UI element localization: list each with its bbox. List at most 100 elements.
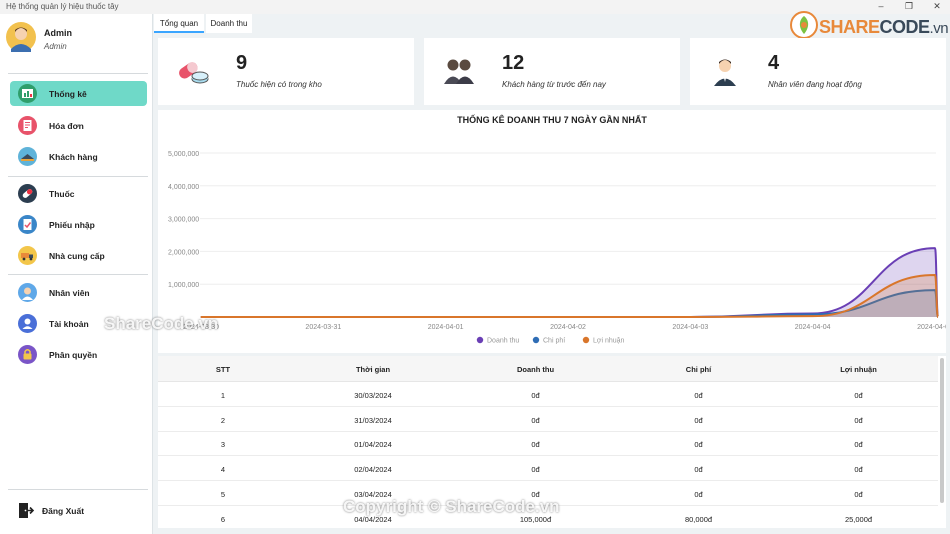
sidebar-item-label: Thuốc bbox=[49, 189, 75, 199]
x-tick-label: 2024-04-02 bbox=[550, 324, 586, 331]
series-line bbox=[200, 289, 939, 318]
table-cell: 31/03/2024 bbox=[354, 415, 392, 425]
medicine-icon bbox=[18, 184, 37, 203]
stat-description: Khách hàng từ trước đến nay bbox=[502, 80, 606, 89]
legend-label: Chi phí bbox=[543, 338, 565, 345]
stat-card-employees: 4 Nhân viên đang hoạt động bbox=[690, 38, 946, 105]
table-row[interactable]: 3 01/04/2024 0đ 0đ 0đ bbox=[158, 431, 938, 457]
column-header-stt[interactable]: STT bbox=[188, 365, 258, 374]
sidebar-item-hoa-don[interactable]: Hóa đơn bbox=[10, 113, 147, 138]
pills-icon bbox=[179, 62, 209, 84]
x-tick-label: 2024-04-03 bbox=[672, 324, 708, 331]
divider bbox=[8, 73, 148, 74]
customers-group-icon bbox=[444, 59, 474, 84]
table-row[interactable]: 1 30/03/2024 0đ 0đ 0đ bbox=[158, 382, 938, 407]
x-tick-label: 2024-04-04 bbox=[795, 324, 831, 331]
table-cell: 0đ bbox=[531, 391, 540, 400]
y-tick-label: 5,000,000 bbox=[168, 151, 199, 158]
table-row[interactable]: 4 02/04/2024 0đ 0đ 0đ bbox=[158, 456, 938, 482]
legend-label: Lợi nhuận bbox=[593, 338, 625, 345]
sidebar-item-nhan-vien[interactable]: Nhân viên bbox=[10, 280, 147, 305]
table-cell: 3 bbox=[220, 440, 226, 450]
legend-label: Doanh thu bbox=[487, 338, 519, 345]
table-cell: 6 bbox=[220, 514, 226, 524]
sidebar-item-khach-hang[interactable]: Khách hàng bbox=[10, 144, 147, 169]
stat-card-medicines: 9 Thuốc hiện có trong kho bbox=[158, 38, 414, 105]
data-point bbox=[689, 316, 691, 318]
sidebar-item-thuoc[interactable]: Thuốc bbox=[10, 181, 147, 206]
table-cell: 0đ bbox=[694, 415, 703, 425]
table-cell: 0đ bbox=[531, 440, 540, 450]
data-point bbox=[812, 313, 814, 315]
column-header-thoi-gian[interactable]: Thời gian bbox=[328, 365, 418, 374]
tab-tong-quan[interactable]: Tổng quan bbox=[154, 14, 204, 33]
table-cell: 0đ bbox=[854, 489, 863, 499]
y-tick-label: 3,000,000 bbox=[168, 217, 199, 224]
table-cell: 1 bbox=[220, 391, 226, 400]
x-tick-label: 2024-03-31 bbox=[305, 324, 341, 331]
legend-marker bbox=[476, 336, 484, 344]
staff-icon bbox=[714, 59, 736, 86]
table-cell: 01/04/2024 bbox=[354, 440, 392, 450]
table-row[interactable]: 2 31/03/2024 0đ 0đ 0đ bbox=[158, 407, 938, 432]
sidebar-item-label: Khách hàng bbox=[49, 152, 98, 162]
supplier-icon bbox=[18, 246, 37, 265]
table-cell: 0đ bbox=[854, 415, 863, 425]
table-cell: 80,000đ bbox=[684, 514, 713, 524]
data-point bbox=[567, 316, 569, 318]
sidebar-item-thong-ke[interactable]: Thống kê bbox=[10, 81, 147, 106]
brand-text-code: CODE bbox=[879, 17, 931, 37]
logout-icon bbox=[16, 501, 35, 520]
table-cell: 0đ bbox=[694, 489, 703, 499]
watermark-text: ShareCode.vn bbox=[104, 314, 219, 333]
brand-logo-icon bbox=[790, 11, 818, 39]
brand-text-tld: .vn bbox=[929, 20, 949, 37]
stat-value: 4 bbox=[768, 52, 780, 74]
import-receipt-icon bbox=[18, 215, 37, 234]
user-name: Admin bbox=[44, 28, 72, 38]
data-point bbox=[934, 274, 936, 276]
column-header-doanh-thu[interactable]: Doanh thu bbox=[493, 365, 578, 374]
series-line bbox=[200, 247, 939, 318]
series-area bbox=[201, 275, 938, 317]
table-header: STT Thời gian Doanh thu Chi phí Lợi nhuậ… bbox=[158, 356, 938, 382]
sidebar-item-label: Nhân viên bbox=[49, 288, 90, 298]
tab-doanh-thu[interactable]: Doanh thu bbox=[206, 14, 252, 33]
sidebar-item-label: Tài khoản bbox=[49, 319, 89, 329]
table-cell: 2 bbox=[220, 415, 226, 425]
series-line bbox=[200, 274, 939, 318]
y-tick-label: 4,000,000 bbox=[168, 184, 199, 191]
data-point bbox=[445, 316, 447, 318]
invoice-icon bbox=[18, 116, 37, 135]
sidebar-item-phieu-nhap[interactable]: Phiếu nhập bbox=[10, 212, 147, 237]
sidebar-item-label: Phân quyền bbox=[49, 350, 98, 360]
user-profile: Admin Admin bbox=[0, 14, 153, 64]
table-cell: 0đ bbox=[531, 465, 540, 475]
divider bbox=[8, 489, 148, 490]
column-header-loi-nhuan[interactable]: Lợi nhuận bbox=[816, 365, 901, 374]
table-cell: 30/03/2024 bbox=[354, 391, 392, 400]
table-cell: 0đ bbox=[694, 465, 703, 475]
table-cell: 0đ bbox=[854, 391, 863, 400]
user-role: Admin bbox=[44, 42, 67, 51]
x-tick-label: 2024-04-01 bbox=[428, 324, 464, 331]
table-cell: 4 bbox=[220, 465, 226, 475]
divider bbox=[8, 274, 148, 275]
employee-icon bbox=[18, 283, 37, 302]
sidebar-item-label: Hóa đơn bbox=[49, 121, 84, 131]
sidebar-item-phan-quyen[interactable]: Phân quyền bbox=[10, 342, 147, 367]
revenue-chart-plot: 5,000,000 4,000,000 3,000,000 2,000,000 1,00… bbox=[168, 151, 946, 345]
table-scrollbar[interactable] bbox=[940, 358, 944, 503]
sidebar-item-nha-cung-cap[interactable]: Nhà cung cấp bbox=[10, 243, 147, 268]
column-header-chi-phi[interactable]: Chi phí bbox=[656, 365, 741, 374]
account-icon bbox=[18, 314, 37, 333]
table-cell: 02/04/2024 bbox=[354, 465, 392, 475]
table-cell: 0đ bbox=[694, 440, 703, 450]
logout-button[interactable]: Đăng Xuất bbox=[10, 498, 147, 523]
divider bbox=[8, 176, 148, 177]
table-cell: 0đ bbox=[854, 440, 863, 450]
y-tick-label: 1,000,000 bbox=[168, 282, 199, 289]
data-point bbox=[322, 316, 324, 318]
table-cell: 5 bbox=[220, 489, 226, 499]
data-point bbox=[934, 247, 936, 249]
